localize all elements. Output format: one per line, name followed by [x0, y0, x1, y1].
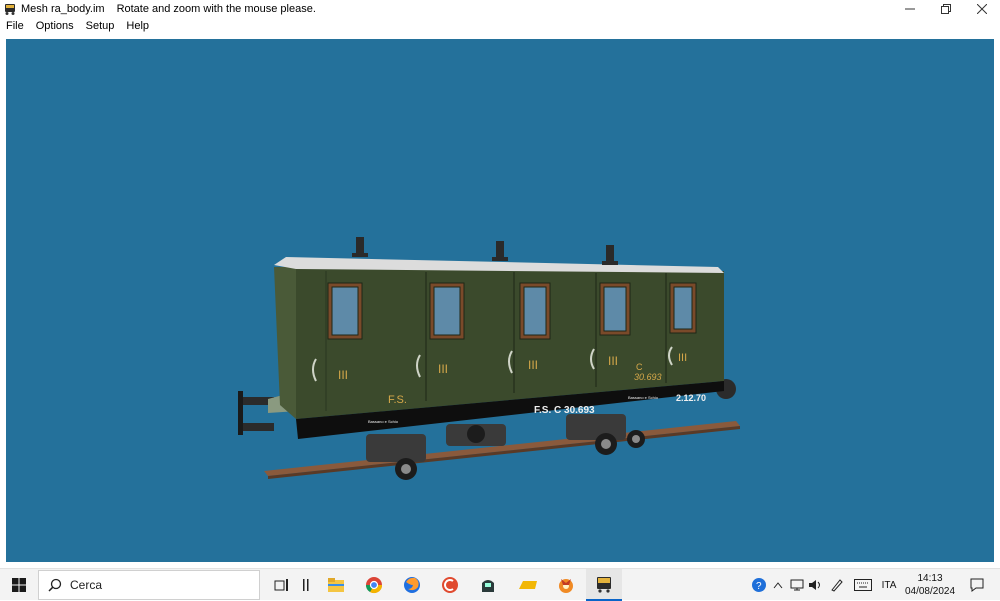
- language-indicator[interactable]: ITA: [878, 569, 900, 601]
- keyboard-icon: [854, 579, 872, 591]
- restore-icon: [941, 3, 951, 14]
- search-placeholder: Cerca: [70, 578, 103, 592]
- fs-number-label: F.S. C 30.693: [534, 405, 595, 416]
- windows-logo-icon: [12, 578, 26, 592]
- firefox-button[interactable]: [394, 569, 430, 601]
- widget-icon: [303, 579, 309, 591]
- fs-left-label: F.S.: [388, 394, 407, 406]
- chrome-button[interactable]: [356, 569, 392, 601]
- help-tray-button[interactable]: ?: [748, 569, 770, 601]
- class-mark-5: III: [678, 352, 687, 364]
- small-label-2: Bassano e Schio: [628, 395, 659, 400]
- pen-tray-button[interactable]: [828, 569, 846, 601]
- notification-icon: [970, 578, 984, 592]
- notifications-button[interactable]: [962, 569, 992, 601]
- app-icon: [5, 3, 15, 15]
- class-mark-1: III: [338, 368, 348, 382]
- train-app-button[interactable]: [470, 569, 506, 601]
- help-icon: ?: [752, 578, 766, 592]
- file-explorer-icon: [328, 578, 344, 592]
- 3d-viewport[interactable]: III III III III III F.S. C 30.693 F.S. C…: [6, 39, 994, 562]
- side-number-label: 30.693: [634, 372, 662, 382]
- train-app-icon: [482, 580, 494, 592]
- mesh-viewer-icon: [597, 577, 611, 593]
- menu-help[interactable]: Help: [120, 17, 155, 35]
- firefox-icon: [404, 577, 420, 593]
- clock-time: 14:13: [917, 573, 943, 584]
- chrome-icon: [365, 577, 383, 594]
- yellow-app-icon: [519, 581, 537, 589]
- mesh-viewer-button[interactable]: [586, 569, 622, 601]
- clock[interactable]: 14:13 04/08/2024: [900, 572, 960, 598]
- car-body-end: [274, 267, 296, 419]
- window-hint: Rotate and zoom with the mouse please.: [116, 2, 316, 15]
- file-explorer-button[interactable]: [318, 569, 354, 601]
- svg-text:?: ?: [756, 581, 762, 592]
- search-input[interactable]: Cerca: [38, 570, 260, 600]
- ccleaner-icon: [442, 577, 458, 593]
- pen-icon: [831, 579, 843, 592]
- railcar-model: III III III III III F.S. C 30.693 F.S. C…: [238, 237, 740, 480]
- menu-options[interactable]: Options: [30, 17, 80, 35]
- minimize-button[interactable]: [892, 0, 928, 17]
- class-mark-2: III: [438, 362, 448, 376]
- network-icon: [790, 579, 804, 591]
- menu-setup[interactable]: Setup: [80, 17, 121, 35]
- class-mark-4: III: [608, 354, 618, 368]
- network-tray-button[interactable]: [788, 569, 806, 601]
- taskbar: Cerca ? ITA 14:13 04/08/2024: [0, 568, 1000, 601]
- window-title: Mesh ra_body.im: [21, 2, 105, 15]
- search-icon: [48, 578, 62, 592]
- end-number-label: 2.12.70: [676, 393, 706, 403]
- clock-date: 04/08/2024: [904, 586, 956, 597]
- menu-bar: File Options Setup Help: [0, 17, 1000, 35]
- ccleaner-button[interactable]: [432, 569, 468, 601]
- show-hidden-icons-button[interactable]: [770, 569, 786, 601]
- volume-tray-button[interactable]: [806, 569, 824, 601]
- menu-file[interactable]: File: [0, 17, 30, 35]
- start-button[interactable]: [0, 569, 38, 601]
- orange-app-icon: [559, 579, 573, 593]
- chevron-up-icon: [773, 582, 783, 589]
- window-controls: [892, 0, 1000, 17]
- close-icon: [977, 3, 987, 14]
- yellow-app-button[interactable]: [510, 569, 546, 601]
- close-button[interactable]: [964, 0, 1000, 17]
- title-bar: Mesh ra_body.im Rotate and zoom with the…: [0, 0, 1000, 17]
- volume-icon: [809, 580, 820, 590]
- side-c-label: C: [636, 362, 643, 372]
- small-label-1: Bassano e Schio: [368, 419, 399, 424]
- minimize-icon: [905, 8, 915, 9]
- keyboard-tray-button[interactable]: [852, 569, 874, 601]
- orange-app-button[interactable]: [548, 569, 584, 601]
- restore-button[interactable]: [928, 0, 964, 17]
- class-mark-3: III: [528, 358, 538, 372]
